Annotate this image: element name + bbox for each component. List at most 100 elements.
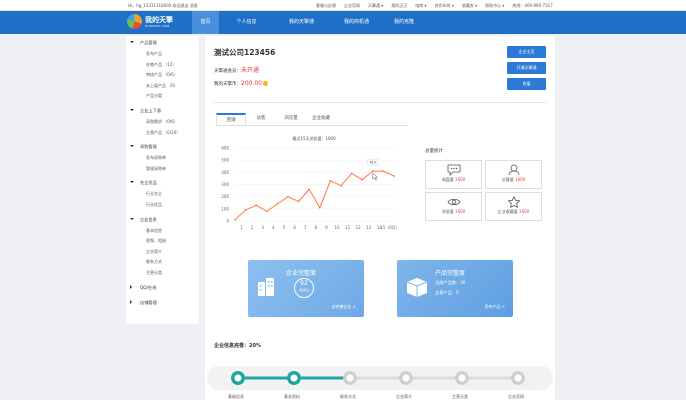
stat-label-text: 浏览量 (441, 209, 456, 214)
sidebar-group[interactable]: QQ/在线 (130, 284, 156, 291)
stat-label: 询盘量 1600 (426, 177, 481, 183)
data-point[interactable] (244, 209, 247, 211)
data-point[interactable] (308, 188, 311, 191)
chart-title: 最近15天浏览量：1600 (292, 135, 336, 141)
product-completeness-card[interactable]: 产品完整度当前产品数：30 五星产品：0 发布产品 > (397, 260, 513, 317)
main-panel: 测试公司123456 天擎通会员：未开通 我的天擎币：200.00 企业主页 开… (205, 36, 555, 400)
card-link[interactable]: 发布产品 > (484, 304, 505, 310)
sidebar-item[interactable]: 在售产品 （12） (146, 62, 176, 68)
recharge-button[interactable]: 充值 (507, 78, 546, 90)
progress-step-center (402, 374, 410, 382)
sidebar-item[interactable]: 发布产品 (146, 51, 162, 57)
stats-tab[interactable]: 浏览量 (276, 113, 306, 125)
sidebar-group[interactable]: 企业上下游 (130, 108, 161, 114)
card-title: 企业完整度 (286, 270, 317, 277)
company-completeness-card[interactable]: 企业完整度 92 当前得分 去完善企业 > (248, 260, 364, 317)
open-membership-button[interactable]: 开通天擎通 (507, 62, 546, 74)
nav-tab[interactable]: 我的商机通 (329, 11, 384, 34)
top-link[interactable]: 热线：400-990-7317 (512, 0, 552, 11)
sidebar-item[interactable]: 发布采购单 (146, 155, 166, 161)
sidebar-group[interactable]: 采购管理 (130, 144, 157, 150)
progress-step-center (514, 374, 522, 382)
data-point[interactable] (371, 170, 374, 173)
top-link[interactable]: 客服与反馈 (316, 0, 336, 11)
stats-tab[interactable]: 访客 (246, 113, 276, 125)
data-point[interactable] (265, 210, 268, 213)
data-point[interactable] (329, 179, 332, 182)
stat-card[interactable]: 浏览量 1600 (425, 192, 482, 221)
x-tick-label: 12 (356, 225, 362, 230)
x-tick-label: 11 (345, 225, 351, 230)
sidebar-item[interactable]: 行业名企 (146, 191, 162, 197)
nav-tab[interactable]: 首页 (192, 11, 219, 34)
sidebar-item[interactable]: 采购需求 （0/6） (146, 119, 178, 125)
stat-card[interactable]: 访客量 1600 (485, 160, 542, 189)
sidebar-item[interactable]: 管理采购单 (146, 166, 166, 172)
x-tick-label: 3 (262, 225, 265, 230)
sidebar-item[interactable]: 产品分类 (146, 93, 162, 99)
tooltip-value: 410 (370, 160, 376, 164)
sidebar-group-label: QQ/在线 (140, 284, 157, 290)
sidebar-group[interactable]: 产品管理 (130, 40, 157, 46)
x-tick-label: 2 (251, 225, 254, 230)
nav-tab[interactable]: 我的克隆 (384, 11, 424, 34)
top-link[interactable]: 合作伙伴 ▾ (435, 0, 454, 11)
card-title: 产品完整度 (435, 270, 466, 277)
data-point[interactable] (350, 172, 353, 175)
top-link[interactable]: 收藏夹 ▾ (462, 0, 477, 11)
top-link[interactable]: 帮助中心 ▾ (485, 0, 504, 11)
sidebar-group[interactable]: 店铺管理 (130, 299, 157, 306)
sidebar: 产品管理发布产品在售产品 （12） 审核产品 （0/6） 未上架产品 （6） 产品分类… (126, 36, 199, 324)
x-tick-label: 8 (315, 225, 318, 230)
eye-icon (447, 196, 461, 208)
stats-tab[interactable]: 企业收藏 (306, 113, 336, 125)
top-link[interactable]: 我的汉王 (391, 0, 407, 11)
company-home-button[interactable]: 企业主页 (507, 46, 546, 58)
data-point[interactable] (361, 178, 364, 181)
sidebar-item[interactable]: 主营产品 （0/20） (146, 130, 180, 136)
nav-tab[interactable]: 个人信息 (219, 11, 274, 34)
y-tick-label: 600 (221, 146, 229, 151)
sidebar-item[interactable]: 主营分类 (146, 270, 162, 276)
coin-label: 我的天擎币： (214, 82, 241, 87)
sidebar-item[interactable]: 基本信息 (146, 228, 162, 234)
x-tick-label: 9 (325, 225, 328, 230)
logo[interactable]: 我的天擎 QYWOSS.COM (127, 14, 173, 29)
x-tick-label: 10 (334, 225, 340, 230)
data-point[interactable] (382, 170, 385, 173)
nav-tab[interactable]: 我的天擎通 (274, 11, 329, 34)
stat-card[interactable]: 询盘量 1600 (425, 160, 482, 189)
data-point[interactable] (255, 204, 258, 207)
data-point[interactable] (234, 218, 236, 221)
views-line-chart: 最近15天浏览量：160001002003004005006001 2 3 4 5 6 7 8… (221, 135, 400, 230)
sidebar-item[interactable]: 审核产品 （0/6） (146, 72, 178, 78)
sidebar-item[interactable]: 视频、相册 (146, 238, 166, 244)
sidebar-item[interactable]: 企业简介 (146, 249, 162, 255)
product-count: 当前产品数：30 (435, 280, 466, 285)
top-link[interactable]: 电商 ▾ (415, 0, 426, 11)
sidebar-group[interactable]: 企业信息 (130, 217, 157, 223)
data-point[interactable] (393, 175, 395, 177)
y-tick-label: 400 (221, 170, 229, 175)
data-point[interactable] (318, 206, 321, 209)
divider (214, 102, 546, 103)
data-point[interactable] (287, 195, 289, 198)
sidebar-group[interactable]: 名企优品 (130, 180, 157, 186)
progress-title: 企业信息完善：20% (214, 343, 261, 349)
member-status-value[interactable]: 未开通 (241, 67, 259, 74)
x-tick-label: 15（0月） (380, 225, 400, 230)
sidebar-item[interactable]: 行业优品 (146, 202, 162, 208)
stats-tab[interactable]: 咨询 (216, 113, 246, 125)
five-star-count: 五星产品：0 (435, 290, 459, 295)
sidebar-item[interactable]: 联系方式 (146, 259, 162, 265)
building-icon (256, 276, 278, 302)
card-link[interactable]: 去完善企业 > (331, 304, 356, 310)
top-link[interactable]: 企业官网 (344, 0, 360, 11)
sidebar-item[interactable]: 未上架产品 （6） (146, 83, 178, 89)
data-point[interactable] (297, 200, 300, 203)
top-link[interactable]: 天擎通 ▾ (368, 0, 383, 11)
data-point[interactable] (340, 184, 342, 187)
star-icon (507, 195, 521, 208)
data-point[interactable] (276, 203, 279, 205)
stat-card[interactable]: 企业收藏量 1600 (485, 192, 542, 221)
